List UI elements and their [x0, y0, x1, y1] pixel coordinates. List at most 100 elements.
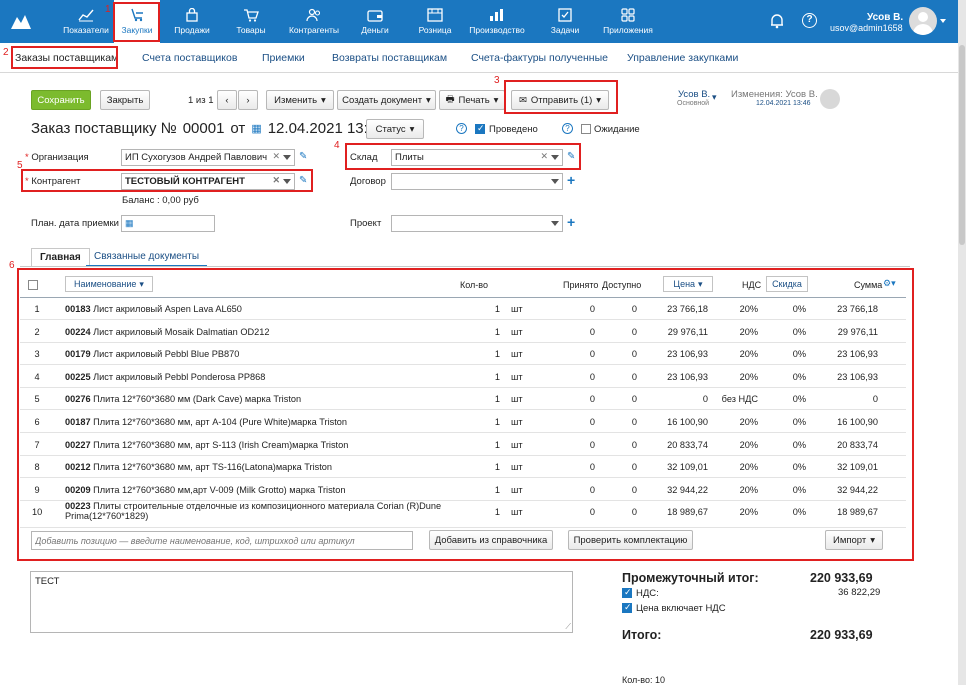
- nav-label: Показатели: [63, 25, 109, 35]
- organization-select[interactable]: ИП Сухогузов Андрей Павлович ✕: [121, 149, 295, 166]
- annotation-number-2: 2: [3, 47, 9, 58]
- changes-date: 12.04.2021 13:46: [756, 100, 811, 107]
- vat-value: 36 822,29: [838, 587, 881, 598]
- comment-textarea[interactable]: ТЕСТ ⟋: [30, 571, 573, 633]
- avatar[interactable]: [909, 7, 937, 35]
- bell-icon[interactable]: [770, 13, 784, 29]
- resize-handle-icon[interactable]: ⟋: [565, 622, 571, 632]
- apps-icon: [621, 8, 635, 22]
- create-doc-label: Создать документ: [342, 94, 423, 106]
- clear-icon[interactable]: ✕: [272, 151, 280, 162]
- annotation-box-2: [11, 46, 118, 69]
- annotation-number-6: 6: [9, 260, 15, 271]
- nav-money[interactable]: Деньги: [352, 0, 398, 43]
- next-button[interactable]: ›: [238, 90, 258, 110]
- nav-contractors[interactable]: Контрагенты: [284, 0, 344, 43]
- nav-sales[interactable]: Продажи: [166, 0, 218, 43]
- nav-production[interactable]: Производство: [466, 0, 528, 43]
- chevron-left-icon: ‹: [225, 94, 229, 106]
- project-label: Проект: [350, 218, 382, 229]
- annotation-number-3: 3: [494, 75, 500, 86]
- chevron-down-icon[interactable]: [283, 155, 291, 160]
- nav-label: Товары: [236, 25, 266, 35]
- changes-label: Изменения: Усов В.: [731, 89, 818, 100]
- nav-label: Продажи: [174, 25, 210, 35]
- total-label: Итого:: [622, 628, 662, 642]
- owner-name[interactable]: Усов В.: [678, 89, 710, 100]
- store-icon: [427, 8, 443, 22]
- save-button[interactable]: Сохранить: [31, 90, 91, 110]
- help-icon[interactable]: ?: [802, 13, 817, 28]
- close-button[interactable]: Закрыть: [100, 90, 150, 110]
- plan-date-input[interactable]: ▦: [121, 215, 215, 232]
- doc-from: от: [230, 120, 246, 137]
- price-incl-vat-label: Цена включает НДС: [636, 603, 726, 614]
- nav-label: Контрагенты: [288, 25, 340, 35]
- project-select[interactable]: [391, 215, 563, 232]
- caret-icon: ▾: [321, 94, 326, 106]
- vat-checkbox[interactable]: [622, 587, 632, 598]
- plus-icon[interactable]: +: [567, 172, 575, 188]
- edit-button[interactable]: Изменить ▾: [266, 90, 334, 110]
- nav-apps[interactable]: Приложения: [600, 0, 656, 43]
- annotation-number-5: 5: [17, 160, 23, 171]
- nav-tasks[interactable]: Задачи: [542, 0, 588, 43]
- caret-icon: ▾: [493, 94, 499, 106]
- posted-checkbox[interactable]: [475, 123, 485, 134]
- cart-icon: [244, 9, 259, 22]
- doc-title-text: Заказ поставщику №: [31, 120, 177, 137]
- item-count: Кол-во: 10: [622, 675, 665, 685]
- user-name[interactable]: Усов В.: [867, 12, 903, 23]
- nav-retail[interactable]: Розница: [412, 0, 458, 43]
- caret-icon: ▾: [426, 94, 431, 106]
- annotation-box-4: [345, 143, 581, 170]
- plus-icon[interactable]: +: [567, 214, 575, 230]
- document-title: Заказ поставщику № 00001 от ▦ 12.04.2021…: [31, 120, 385, 137]
- price-incl-vat-checkbox[interactable]: [622, 602, 632, 613]
- tab-returns[interactable]: Возвраты поставщикам: [332, 52, 447, 64]
- calendar-icon[interactable]: ▦: [251, 122, 261, 135]
- tab-related-docs[interactable]: Связанные документы: [86, 248, 208, 267]
- prev-button[interactable]: ‹: [217, 90, 237, 110]
- scrollbar-thumb[interactable]: [959, 45, 965, 245]
- create-document-button[interactable]: Создать документ ▾: [337, 90, 436, 110]
- chevron-down-icon[interactable]: [551, 179, 559, 184]
- caret-icon[interactable]: ▾: [712, 92, 717, 103]
- edit-label: Изменить: [274, 94, 318, 106]
- total-value: 220 933,69: [810, 628, 873, 642]
- status-button[interactable]: Статус ▾: [366, 119, 424, 139]
- help-icon[interactable]: ?: [562, 123, 573, 134]
- plan-date-label: План. дата приемки: [31, 218, 119, 229]
- user-login: usov@admin1658: [830, 23, 903, 33]
- calendar-icon[interactable]: ▦: [125, 218, 134, 229]
- contract-select[interactable]: [391, 173, 563, 190]
- tab-purchase-management[interactable]: Управление закупками: [627, 52, 738, 64]
- waiting-checkbox[interactable]: [581, 124, 591, 134]
- tab-receipts[interactable]: Приемки: [262, 52, 305, 64]
- help-icon[interactable]: ?: [456, 123, 467, 134]
- caret-icon: ▾: [409, 123, 415, 135]
- tabs-divider: [20, 266, 910, 267]
- chevron-down-icon[interactable]: [940, 19, 946, 23]
- annotation-box-5: [21, 169, 313, 192]
- annotation-box-3: [504, 80, 618, 114]
- chevron-down-icon[interactable]: [551, 221, 559, 226]
- nav-label: Задачи: [550, 25, 580, 35]
- nav-goods[interactable]: Товары: [228, 0, 274, 43]
- nav-label: Производство: [469, 25, 525, 35]
- owner-role: Основной: [677, 100, 710, 107]
- annotation-number-4: 4: [334, 140, 340, 151]
- printer-icon: 🖶: [445, 94, 455, 105]
- chevron-right-icon: ›: [246, 94, 250, 106]
- people-icon: [306, 8, 321, 22]
- organization-label-text: Организация: [31, 152, 89, 163]
- organization-value: ИП Сухогузов Андрей Павлович: [125, 152, 268, 163]
- logo-icon[interactable]: [9, 11, 33, 31]
- doc-number[interactable]: 00001: [183, 120, 225, 137]
- tab-supplier-invoices[interactable]: Счета поставщиков: [142, 52, 237, 64]
- print-button[interactable]: 🖶 Печать ▾: [439, 90, 505, 110]
- tab-tax-invoices[interactable]: Счета-фактуры полученные: [471, 52, 608, 64]
- organization-label: * Организация: [25, 152, 89, 163]
- edit-pencil-icon[interactable]: ✎: [299, 151, 307, 162]
- tab-main[interactable]: Главная: [31, 248, 90, 267]
